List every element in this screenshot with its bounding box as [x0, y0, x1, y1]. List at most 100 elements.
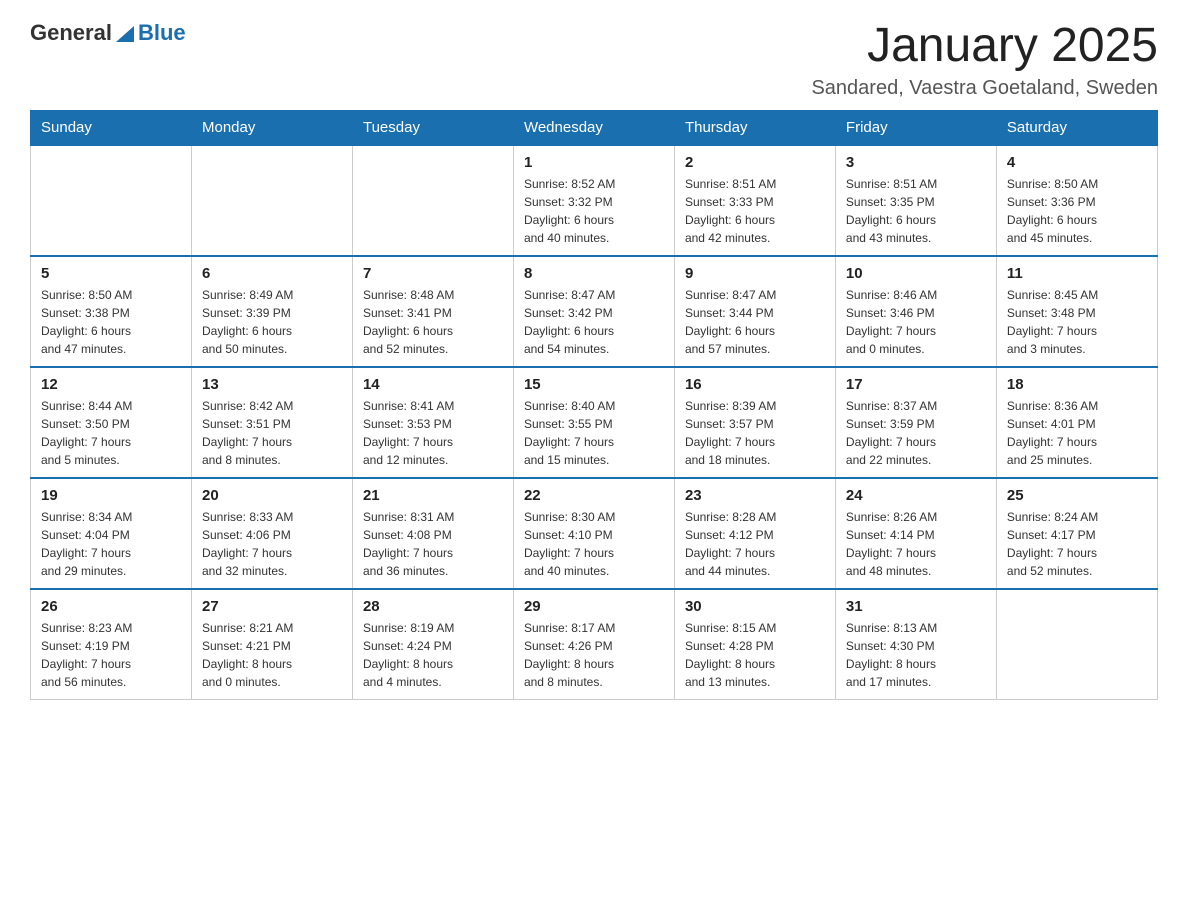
calendar-day-cell: 29 Sunrise: 8:17 AMSunset: 4:26 PMDayligh…	[513, 589, 674, 700]
day-number: 21	[363, 487, 503, 504]
day-number: 14	[363, 376, 503, 393]
day-info: Sunrise: 8:41 AMSunset: 3:53 PMDaylight:…	[363, 397, 503, 469]
day-info: Sunrise: 8:24 AMSunset: 4:17 PMDaylight:…	[1007, 508, 1147, 580]
day-info: Sunrise: 8:47 AMSunset: 3:42 PMDaylight:…	[524, 286, 664, 358]
day-number: 3	[846, 154, 986, 171]
day-number: 25	[1007, 487, 1147, 504]
day-info: Sunrise: 8:51 AMSunset: 3:35 PMDaylight:…	[846, 175, 986, 247]
day-info: Sunrise: 8:30 AMSunset: 4:10 PMDaylight:…	[524, 508, 664, 580]
calendar-day-cell: 1 Sunrise: 8:52 AMSunset: 3:32 PMDaylight…	[513, 145, 674, 256]
empty-cell	[191, 145, 352, 256]
empty-cell	[31, 145, 192, 256]
day-number: 4	[1007, 154, 1147, 171]
day-number: 11	[1007, 265, 1147, 282]
calendar-day-cell: 5 Sunrise: 8:50 AMSunset: 3:38 PMDaylight…	[31, 256, 192, 367]
calendar-week-row: 26 Sunrise: 8:23 AMSunset: 4:19 PMDayligh…	[31, 589, 1158, 700]
day-number: 8	[524, 265, 664, 282]
day-number: 12	[41, 376, 181, 393]
empty-cell	[996, 589, 1157, 700]
calendar-week-row: 1 Sunrise: 8:52 AMSunset: 3:32 PMDaylight…	[31, 145, 1158, 256]
day-number: 17	[846, 376, 986, 393]
weekday-header-tuesday: Tuesday	[352, 110, 513, 145]
day-info: Sunrise: 8:17 AMSunset: 4:26 PMDaylight:…	[524, 619, 664, 691]
calendar-day-cell: 9 Sunrise: 8:47 AMSunset: 3:44 PMDaylight…	[674, 256, 835, 367]
day-number: 22	[524, 487, 664, 504]
calendar-day-cell: 7Sunrise: 8:48 AMSunset: 3:41 PMDaylight…	[352, 256, 513, 367]
day-info: Sunrise: 8:52 AMSunset: 3:32 PMDaylight:…	[524, 175, 664, 247]
day-info: Sunrise: 8:31 AMSunset: 4:08 PMDaylight:…	[363, 508, 503, 580]
day-info: Sunrise: 8:50 AMSunset: 3:38 PMDaylight:…	[41, 286, 181, 358]
calendar-day-cell: 17 Sunrise: 8:37 AMSunset: 3:59 PMDayligh…	[835, 367, 996, 478]
day-number: 23	[685, 487, 825, 504]
calendar-day-cell: 16 Sunrise: 8:39 AMSunset: 3:57 PMDayligh…	[674, 367, 835, 478]
calendar-day-cell: 20 Sunrise: 8:33 AMSunset: 4:06 PMDayligh…	[191, 478, 352, 589]
weekday-header-monday: Monday	[191, 110, 352, 145]
day-number: 15	[524, 376, 664, 393]
calendar-day-cell: 30 Sunrise: 8:15 AMSunset: 4:28 PMDayligh…	[674, 589, 835, 700]
day-info: Sunrise: 8:19 AMSunset: 4:24 PMDaylight:…	[363, 619, 503, 691]
day-number: 24	[846, 487, 986, 504]
day-info: Sunrise: 8:23 AMSunset: 4:19 PMDaylight:…	[41, 619, 181, 691]
page-header: General Blue January 2025 Sandared, Vaes…	[30, 20, 1158, 100]
day-number: 31	[846, 598, 986, 615]
day-info: Sunrise: 8:37 AMSunset: 3:59 PMDaylight:…	[846, 397, 986, 469]
calendar-day-cell: 14 Sunrise: 8:41 AMSunset: 3:53 PMDayligh…	[352, 367, 513, 478]
day-number: 16	[685, 376, 825, 393]
day-info: Sunrise: 8:36 AMSunset: 4:01 PMDaylight:…	[1007, 397, 1147, 469]
day-number: 13	[202, 376, 342, 393]
day-number: 26	[41, 598, 181, 615]
day-info: Sunrise: 8:33 AMSunset: 4:06 PMDaylight:…	[202, 508, 342, 580]
day-number: 1	[524, 154, 664, 171]
day-info: Sunrise: 8:45 AMSunset: 3:48 PMDaylight:…	[1007, 286, 1147, 358]
calendar-week-row: 19Sunrise: 8:34 AMSunset: 4:04 PMDayligh…	[31, 478, 1158, 589]
weekday-header-saturday: Saturday	[996, 110, 1157, 145]
day-info: Sunrise: 8:47 AMSunset: 3:44 PMDaylight:…	[685, 286, 825, 358]
calendar-day-cell: 11 Sunrise: 8:45 AMSunset: 3:48 PMDayligh…	[996, 256, 1157, 367]
calendar-day-cell: 2 Sunrise: 8:51 AMSunset: 3:33 PMDaylight…	[674, 145, 835, 256]
day-number: 7	[363, 265, 503, 282]
day-number: 18	[1007, 376, 1147, 393]
calendar-day-cell: 22 Sunrise: 8:30 AMSunset: 4:10 PMDayligh…	[513, 478, 674, 589]
calendar-day-cell: 23 Sunrise: 8:28 AMSunset: 4:12 PMDayligh…	[674, 478, 835, 589]
calendar-day-cell: 24 Sunrise: 8:26 AMSunset: 4:14 PMDayligh…	[835, 478, 996, 589]
day-info: Sunrise: 8:34 AMSunset: 4:04 PMDaylight:…	[41, 508, 181, 580]
day-info: Sunrise: 8:13 AMSunset: 4:30 PMDaylight:…	[846, 619, 986, 691]
day-info: Sunrise: 8:50 AMSunset: 3:36 PMDaylight:…	[1007, 175, 1147, 247]
day-info: Sunrise: 8:26 AMSunset: 4:14 PMDaylight:…	[846, 508, 986, 580]
logo-general: General	[30, 20, 112, 46]
day-info: Sunrise: 8:49 AMSunset: 3:39 PMDaylight:…	[202, 286, 342, 358]
title-section: January 2025 Sandared, Vaestra Goetaland…	[811, 20, 1158, 100]
calendar-day-cell: 26 Sunrise: 8:23 AMSunset: 4:19 PMDayligh…	[31, 589, 192, 700]
calendar-week-row: 12 Sunrise: 8:44 AMSunset: 3:50 PMDayligh…	[31, 367, 1158, 478]
day-number: 29	[524, 598, 664, 615]
day-number: 9	[685, 265, 825, 282]
calendar-day-cell: 6 Sunrise: 8:49 AMSunset: 3:39 PMDaylight…	[191, 256, 352, 367]
calendar-day-cell: 31 Sunrise: 8:13 AMSunset: 4:30 PMDayligh…	[835, 589, 996, 700]
day-info: Sunrise: 8:51 AMSunset: 3:33 PMDaylight:…	[685, 175, 825, 247]
day-number: 27	[202, 598, 342, 615]
calendar-day-cell: 15 Sunrise: 8:40 AMSunset: 3:55 PMDayligh…	[513, 367, 674, 478]
calendar-day-cell: 28Sunrise: 8:19 AMSunset: 4:24 PMDayligh…	[352, 589, 513, 700]
day-info: Sunrise: 8:39 AMSunset: 3:57 PMDaylight:…	[685, 397, 825, 469]
day-number: 2	[685, 154, 825, 171]
calendar-day-cell: 25 Sunrise: 8:24 AMSunset: 4:17 PMDayligh…	[996, 478, 1157, 589]
calendar-header-row: SundayMondayTuesdayWednesdayThursdayFrid…	[31, 110, 1158, 145]
calendar-day-cell: 27Sunrise: 8:21 AMSunset: 4:21 PMDayligh…	[191, 589, 352, 700]
day-info: Sunrise: 8:46 AMSunset: 3:46 PMDaylight:…	[846, 286, 986, 358]
day-number: 20	[202, 487, 342, 504]
day-number: 6	[202, 265, 342, 282]
day-number: 5	[41, 265, 181, 282]
day-info: Sunrise: 8:40 AMSunset: 3:55 PMDaylight:…	[524, 397, 664, 469]
day-number: 30	[685, 598, 825, 615]
day-info: Sunrise: 8:15 AMSunset: 4:28 PMDaylight:…	[685, 619, 825, 691]
day-info: Sunrise: 8:28 AMSunset: 4:12 PMDaylight:…	[685, 508, 825, 580]
calendar-day-cell: 10 Sunrise: 8:46 AMSunset: 3:46 PMDayligh…	[835, 256, 996, 367]
day-info: Sunrise: 8:42 AMSunset: 3:51 PMDaylight:…	[202, 397, 342, 469]
weekday-header-friday: Friday	[835, 110, 996, 145]
calendar-table: SundayMondayTuesdayWednesdayThursdayFrid…	[30, 110, 1158, 700]
empty-cell	[352, 145, 513, 256]
day-number: 10	[846, 265, 986, 282]
calendar-week-row: 5 Sunrise: 8:50 AMSunset: 3:38 PMDaylight…	[31, 256, 1158, 367]
day-info: Sunrise: 8:44 AMSunset: 3:50 PMDaylight:…	[41, 397, 181, 469]
calendar-day-cell: 18 Sunrise: 8:36 AMSunset: 4:01 PMDayligh…	[996, 367, 1157, 478]
